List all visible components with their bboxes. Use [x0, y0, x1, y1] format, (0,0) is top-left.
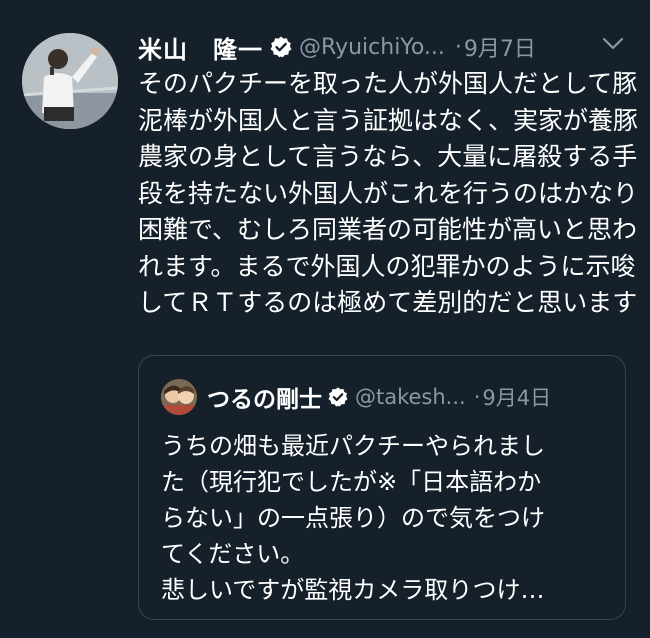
quoted-tweet-date: 9月4日	[482, 386, 552, 410]
tweet-card[interactable]: 米山 隆一 @RyuichiYo... · 9月7日 そのパクチーを取った人が外…	[0, 0, 650, 638]
author-name[interactable]: 米山 隆一	[138, 30, 263, 65]
quoted-author-avatar	[161, 379, 197, 415]
quoted-header-separator: ·	[473, 385, 481, 409]
verified-badge-icon	[327, 386, 349, 408]
quoted-text-line: てください。	[161, 540, 305, 568]
tweet-text: そのパクチーを取った人が外国人だとして豚泥棒が外国人と言う証拠はなく、実家が養豚…	[138, 69, 639, 317]
author-avatar[interactable]	[22, 33, 118, 129]
quoted-author-name: つるの剛士	[207, 387, 322, 413]
quoted-tweet-header: つるの剛士 @takesh... · 9月4日	[161, 378, 551, 416]
quoted-tweet[interactable]: つるの剛士 @takesh... · 9月4日 うちの畑も最近パクチーやられまし…	[138, 355, 626, 620]
author-avatar-image	[22, 33, 118, 129]
quoted-author-handle: @takesh...	[355, 385, 466, 409]
author-handle[interactable]: @RyuichiYo...	[299, 35, 445, 60]
header-separator: ·	[454, 34, 462, 60]
tweet-header: 米山 隆一 @RyuichiYo... · 9月7日	[138, 30, 630, 64]
quoted-text-line: た（現行犯でしたが※「日本語わか	[161, 468, 542, 496]
tweet-date[interactable]: 9月7日	[464, 31, 536, 63]
chevron-down-icon[interactable]	[602, 36, 624, 52]
quoted-text-line: 悲しいですが監視カメラ取りつけ…	[161, 576, 545, 604]
quoted-tweet-text: うちの畑も最近パクチーやられまし た（現行犯でしたが※「日本語わか らない」の一…	[161, 428, 601, 608]
verified-badge-icon	[269, 35, 293, 59]
quoted-text-line: うちの畑も最近パクチーやられまし	[161, 432, 545, 460]
quoted-text-line: らない」の一点張り）ので気をつけ	[161, 504, 545, 532]
